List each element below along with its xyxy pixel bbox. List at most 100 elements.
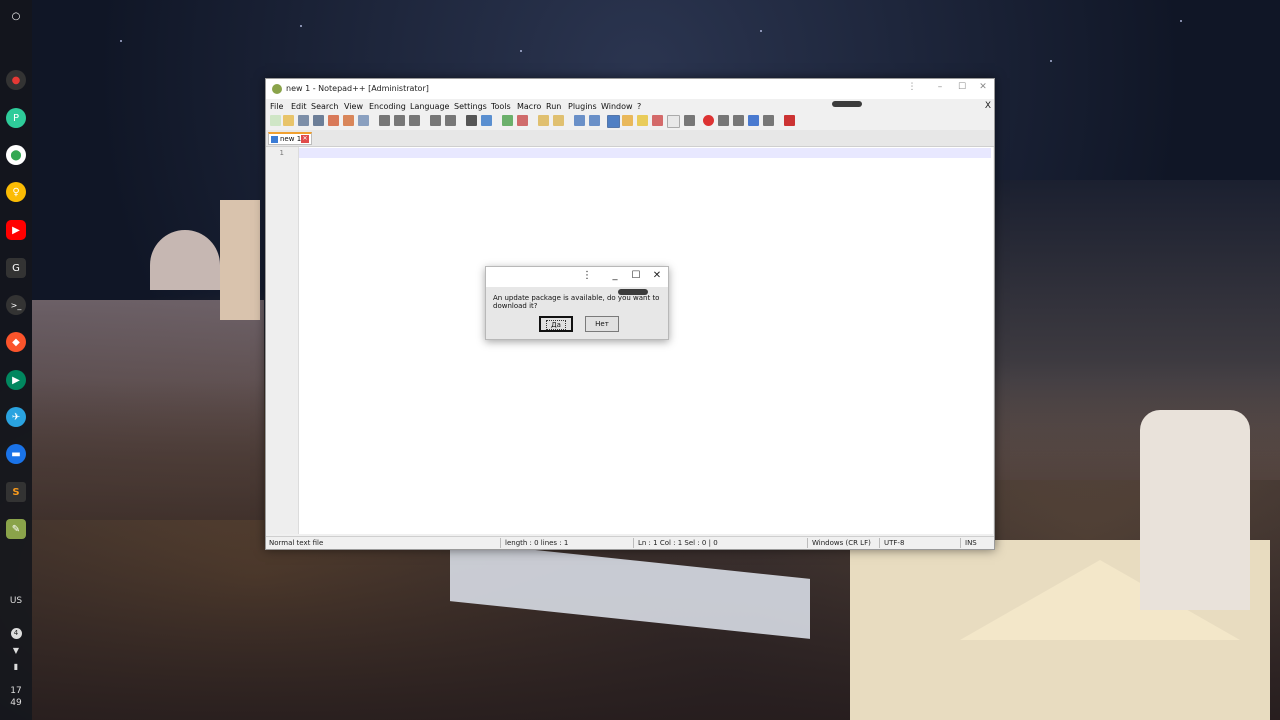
monitoring-icon[interactable] xyxy=(684,115,695,126)
stop-macro-icon[interactable] xyxy=(718,115,729,126)
notepadpp-app-icon xyxy=(272,84,282,94)
line-number-gutter: 1 xyxy=(267,147,299,534)
doc-list-icon[interactable] xyxy=(667,115,680,128)
cut-icon[interactable] xyxy=(379,115,390,126)
close-all-icon[interactable] xyxy=(343,115,354,126)
menu-file[interactable]: File xyxy=(270,102,283,111)
close-file-icon[interactable] xyxy=(328,115,339,126)
print-icon[interactable] xyxy=(358,115,369,126)
wallpaper-tower-right xyxy=(1140,410,1250,610)
clock-hour[interactable]: 17 xyxy=(0,686,32,696)
folder-as-workspace-icon[interactable] xyxy=(622,115,633,126)
status-divider xyxy=(960,538,961,548)
zoom-in-icon[interactable] xyxy=(502,115,513,126)
menu-help[interactable]: ? xyxy=(637,102,641,111)
ime-indicator[interactable]: US xyxy=(0,596,32,606)
status-position: Ln : 1 Col : 1 Sel : 0 | 0 xyxy=(638,539,718,547)
menu-window[interactable]: Window xyxy=(601,102,633,111)
files-glyph: ▬ xyxy=(11,448,21,460)
save-all-icon[interactable] xyxy=(313,115,324,126)
dialog-maximize-button[interactable]: ☐ xyxy=(629,270,643,284)
doc-map-icon[interactable] xyxy=(637,115,648,126)
brave-icon[interactable]: ◆ xyxy=(6,332,26,352)
window-maximize-button[interactable]: ☐ xyxy=(954,82,970,96)
menu-settings[interactable]: Settings xyxy=(454,102,487,111)
play-macro-icon[interactable] xyxy=(733,115,744,126)
terminal-icon[interactable]: >_ xyxy=(6,295,26,315)
open-file-icon[interactable] xyxy=(283,115,294,126)
keep-icon[interactable]: ♀ xyxy=(6,182,26,202)
undo-icon[interactable] xyxy=(430,115,441,126)
menu-edit[interactable]: Edit xyxy=(291,102,307,111)
word-wrap-icon[interactable] xyxy=(574,115,585,126)
copy-icon[interactable] xyxy=(394,115,405,126)
window-titlebar[interactable]: new 1 - Notepad++ [Administrator] ⋮ – ☐ … xyxy=(266,79,994,99)
menu-plugins[interactable]: Plugins xyxy=(568,102,597,111)
clock-minute[interactable]: 49 xyxy=(0,698,32,708)
youtube-icon[interactable]: ▶ xyxy=(6,220,26,240)
editor-area[interactable]: 1 xyxy=(267,147,993,534)
status-length-lines: length : 0 lines : 1 xyxy=(505,539,569,547)
play-store-icon[interactable]: ▶ xyxy=(6,370,26,390)
menu-language[interactable]: Language xyxy=(410,102,449,111)
wifi-icon[interactable]: ▼ xyxy=(0,646,32,655)
dialog-titlebar[interactable]: ⋮ _ ☐ ✕ xyxy=(486,267,668,287)
launcher-icon[interactable]: ○ xyxy=(6,6,26,26)
new-file-icon[interactable] xyxy=(270,115,281,126)
dialog-minimize-button[interactable]: _ xyxy=(608,270,622,284)
spell-check-icon[interactable] xyxy=(784,115,795,126)
zoom-out-icon[interactable] xyxy=(517,115,528,126)
record-macro-icon[interactable] xyxy=(703,115,714,126)
dialog-close-button[interactable]: ✕ xyxy=(650,270,664,284)
find-icon[interactable] xyxy=(466,115,477,126)
telegram-glyph: ✈ xyxy=(11,411,21,423)
youtube-glyph: ▶ xyxy=(12,224,20,236)
indent-guide-icon[interactable] xyxy=(607,115,620,128)
no-button[interactable]: Нет xyxy=(585,316,619,332)
maps-glyph: ⬤ xyxy=(10,149,22,161)
app-g-icon[interactable]: G xyxy=(6,258,26,278)
run-macro-multiple-icon[interactable] xyxy=(748,115,759,126)
dialog-message: An update package is available, do you w… xyxy=(493,294,660,310)
menu-macro[interactable]: Macro xyxy=(517,102,541,111)
shelf: ○ ● P ⬤ ♀ ▶ G >_ ◆ ▶ ✈ ▬ S ✎ US 4 ▼ ▮ 17… xyxy=(0,0,32,720)
yes-button[interactable]: Да xyxy=(539,316,573,332)
paste-icon[interactable] xyxy=(409,115,420,126)
status-file-type: Normal text file xyxy=(269,539,324,547)
toolbar xyxy=(266,113,994,129)
tab-new-1[interactable]: new 1 ✕ xyxy=(268,132,312,145)
files-icon[interactable]: ▬ xyxy=(6,444,26,464)
sync-vertical-icon[interactable] xyxy=(538,115,549,126)
notification-count[interactable]: 4 xyxy=(0,628,32,639)
wallpaper-star xyxy=(1050,60,1052,62)
replace-icon[interactable] xyxy=(481,115,492,126)
dialog-more-button[interactable]: ⋮ xyxy=(580,270,594,284)
menu-tools[interactable]: Tools xyxy=(491,102,511,111)
maps-icon[interactable]: ⬤ xyxy=(6,145,26,165)
menu-search[interactable]: Search xyxy=(311,102,338,111)
menu-view[interactable]: View xyxy=(344,102,363,111)
sublime-icon[interactable]: S xyxy=(6,482,26,502)
keep-glyph: ♀ xyxy=(12,186,20,198)
sync-horizontal-icon[interactable] xyxy=(553,115,564,126)
window-drag-handle[interactable] xyxy=(832,101,862,107)
menu-close-doc-button[interactable]: X xyxy=(985,101,991,111)
window-more-button[interactable]: ⋮ xyxy=(904,82,920,96)
function-list-icon[interactable] xyxy=(652,115,663,126)
save-icon[interactable] xyxy=(298,115,309,126)
status-insert-mode: INS xyxy=(965,539,977,547)
menu-encoding[interactable]: Encoding xyxy=(369,102,406,111)
notepadpp-icon[interactable]: ✎ xyxy=(6,519,26,539)
redo-icon[interactable] xyxy=(445,115,456,126)
app-p-icon[interactable]: P xyxy=(6,108,26,128)
window-close-button[interactable]: ✕ xyxy=(975,82,991,96)
save-macro-icon[interactable] xyxy=(763,115,774,126)
menu-run[interactable]: Run xyxy=(546,102,561,111)
telegram-icon[interactable]: ✈ xyxy=(6,407,26,427)
tab-close-icon[interactable]: ✕ xyxy=(301,135,309,143)
screen-recorder-icon[interactable]: ● xyxy=(6,70,26,90)
show-all-chars-icon[interactable] xyxy=(589,115,600,126)
battery-icon[interactable]: ▮ xyxy=(0,662,32,671)
brave-glyph: ◆ xyxy=(12,336,20,348)
window-minimize-button[interactable]: – xyxy=(932,82,948,96)
